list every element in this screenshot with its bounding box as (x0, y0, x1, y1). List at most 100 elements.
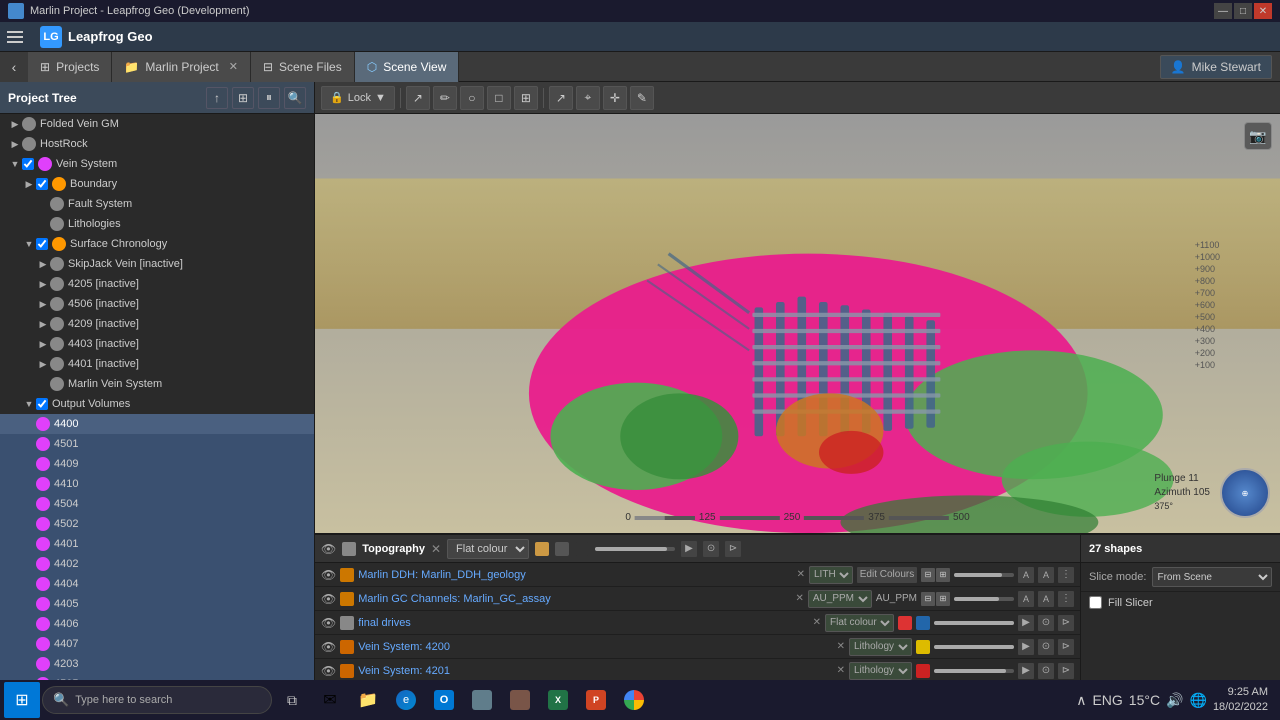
tree-item-o4407[interactable]: 4407 (0, 634, 314, 654)
opacity-slider[interactable] (954, 597, 1014, 601)
taskbar-app-explorer[interactable]: 📁 (350, 682, 386, 718)
tree-checkbox[interactable] (36, 398, 48, 410)
slice-mode-select[interactable]: From Scene (1152, 567, 1272, 587)
maximize-button[interactable]: □ (1234, 3, 1252, 19)
taskbar-app-1[interactable] (464, 682, 500, 718)
profile-btn[interactable]: 👤 Mike Stewart (1160, 55, 1272, 79)
layer-close[interactable]: ✕ (797, 569, 805, 580)
layer-anim-btn[interactable]: ⊙ (703, 541, 719, 557)
tree-item-fault-system[interactable]: Fault System (0, 194, 314, 214)
layer-fwd-btn[interactable]: ⊳ (725, 541, 741, 557)
opacity-slider[interactable] (934, 669, 1014, 673)
start-button[interactable]: ⊞ (4, 682, 40, 718)
opacity-slider[interactable] (954, 573, 1014, 577)
layer-play-btn[interactable]: ▶ (1018, 663, 1034, 679)
tab-scene-view[interactable]: ⬡ Scene View (355, 52, 460, 82)
opacity-slider[interactable] (595, 547, 675, 551)
tree-item-folded-vein[interactable]: ▶ Folded Vein GM (0, 114, 314, 134)
layer-anim-btn[interactable]: ⊙ (1038, 639, 1054, 655)
tool-rotate[interactable]: ⌖ (576, 86, 600, 110)
layer-link[interactable]: Vein System: 4201 (358, 665, 450, 677)
tab-nav-back[interactable]: ‹ (0, 52, 28, 82)
taskbar-search[interactable]: 🔍 Type here to search (42, 686, 272, 714)
taskbar-app-outlook[interactable]: O (426, 682, 462, 718)
close-button[interactable]: ✕ (1254, 3, 1272, 19)
tool-draw[interactable]: ✎ (630, 86, 654, 110)
layer-close[interactable]: ✕ (795, 593, 803, 604)
tree-item-output-volumes[interactable]: ▼ Output Volumes (0, 394, 314, 414)
tree-item-o4406[interactable]: 4406 (0, 614, 314, 634)
layer-text-btn[interactable]: A (1038, 591, 1054, 607)
layer-anim-btn[interactable]: ⊙ (1038, 615, 1054, 631)
tree-expand-btn[interactable]: ⊞ (232, 87, 254, 109)
seg-icon-2[interactable]: ⊞ (936, 592, 950, 606)
tree-search-btn[interactable]: 🔍 (284, 87, 306, 109)
tree-checkbox[interactable] (36, 238, 48, 250)
seg-icon-2[interactable]: ⊞ (936, 568, 950, 582)
tool-arrow[interactable]: ↗ (406, 86, 430, 110)
layer-play-btn[interactable]: ▶ (681, 541, 697, 557)
network-icon[interactable]: 🌐 (1190, 692, 1207, 709)
opacity-slider[interactable] (934, 645, 1014, 649)
tool-select[interactable]: ↗ (549, 86, 573, 110)
fill-slicer-checkbox[interactable] (1089, 596, 1102, 609)
tree-item-o4502[interactable]: 4502 (0, 514, 314, 534)
layer-link[interactable]: Marlin DDH: Marlin_DDH_geology (358, 569, 526, 581)
layer-link[interactable]: Vein System: 4200 (358, 641, 450, 653)
taskbar-app-task-view[interactable]: ⧉ (274, 682, 310, 718)
tree-item-skipjack[interactable]: ▶ SkipJack Vein [inactive] (0, 254, 314, 274)
tree-item-o4504[interactable]: 4504 (0, 494, 314, 514)
minimize-button[interactable]: — (1214, 3, 1232, 19)
layer-more-btn[interactable]: ⋮ (1058, 567, 1074, 583)
taskbar-app-edge[interactable]: e (388, 682, 424, 718)
tree-item-o4405[interactable]: 4405 (0, 594, 314, 614)
layer-type-select[interactable]: AU_PPM (808, 590, 872, 608)
layer-type-select[interactable]: Lithology (849, 662, 912, 680)
layer-vis-btn[interactable]: 👁 (321, 592, 336, 606)
tree-sort-btn[interactable]: ↑ (206, 87, 228, 109)
tree-item-o4400[interactable]: 4400 (0, 414, 314, 434)
layer-fwd-btn[interactable]: ⊳ (1058, 639, 1074, 655)
tree-item-surface-chrono[interactable]: ▼ Surface Chronology (0, 234, 314, 254)
layer-more-btn[interactable]: ⋮ (1058, 591, 1074, 607)
tree-item-4506[interactable]: ▶ 4506 [inactive] (0, 294, 314, 314)
layer-type-select[interactable]: Flat colour (825, 614, 894, 632)
tree-item-o4410[interactable]: 4410 (0, 474, 314, 494)
tree-item-4209[interactable]: ▶ 4209 [inactive] (0, 314, 314, 334)
layer-type-select[interactable]: Lithology (849, 638, 912, 656)
layer-type-select[interactable]: LITH (809, 566, 853, 584)
layer-link[interactable]: Marlin GC Channels: Marlin_GC_assay (358, 593, 551, 605)
layer-play-btn[interactable]: A (1018, 591, 1034, 607)
taskbar-app-chrome[interactable] (616, 682, 652, 718)
tree-item-o4402[interactable]: 4402 (0, 554, 314, 574)
tab-marlin-project[interactable]: 📁 Marlin Project ✕ (112, 52, 251, 82)
tree-item-lithologies[interactable]: Lithologies (0, 214, 314, 234)
edit-colours-btn[interactable]: Edit Colours (857, 567, 917, 583)
topo-close-btn[interactable]: ✕ (431, 542, 441, 556)
taskbar-app-2[interactable] (502, 682, 538, 718)
camera-button[interactable]: 📷 (1244, 122, 1272, 150)
layer-link[interactable]: final drives (358, 617, 411, 629)
topo-vis-btn[interactable]: 👁 (321, 542, 336, 556)
layer-close[interactable]: ✕ (837, 641, 845, 652)
tool-move[interactable]: ✛ (603, 86, 627, 110)
tool-grid[interactable]: ⊞ (514, 86, 538, 110)
tab-scene-files[interactable]: ⊟ Scene Files (251, 52, 355, 82)
layer-vis-btn[interactable]: 👁 (321, 640, 336, 654)
tool-square[interactable]: □ (487, 86, 511, 110)
layer-close[interactable]: ✕ (813, 617, 821, 628)
tree-item-o4409[interactable]: 4409 (0, 454, 314, 474)
tree-item-o4501[interactable]: 4501 (0, 434, 314, 454)
layer-play-btn[interactable]: A (1018, 567, 1034, 583)
tree-item-host-rock[interactable]: ▶ HostRock (0, 134, 314, 154)
layer-text-btn[interactable]: A (1038, 567, 1054, 583)
tree-item-o4203[interactable]: 4203 (0, 654, 314, 674)
tree-item-boundary[interactable]: ▶ Boundary (0, 174, 314, 194)
tree-pause-btn[interactable]: ⏸ (258, 87, 280, 109)
tree-item-o4404[interactable]: 4404 (0, 574, 314, 594)
tool-circle[interactable]: ○ (460, 86, 484, 110)
tree-item-4401[interactable]: ▶ 4401 [inactive] (0, 354, 314, 374)
viewport-3d[interactable]: +1100 +1000 +900 +800 +700 +600 +500 +40… (315, 114, 1280, 533)
flat-colour-select[interactable]: Flat colour (447, 539, 529, 559)
layer-play-btn[interactable]: ▶ (1018, 615, 1034, 631)
